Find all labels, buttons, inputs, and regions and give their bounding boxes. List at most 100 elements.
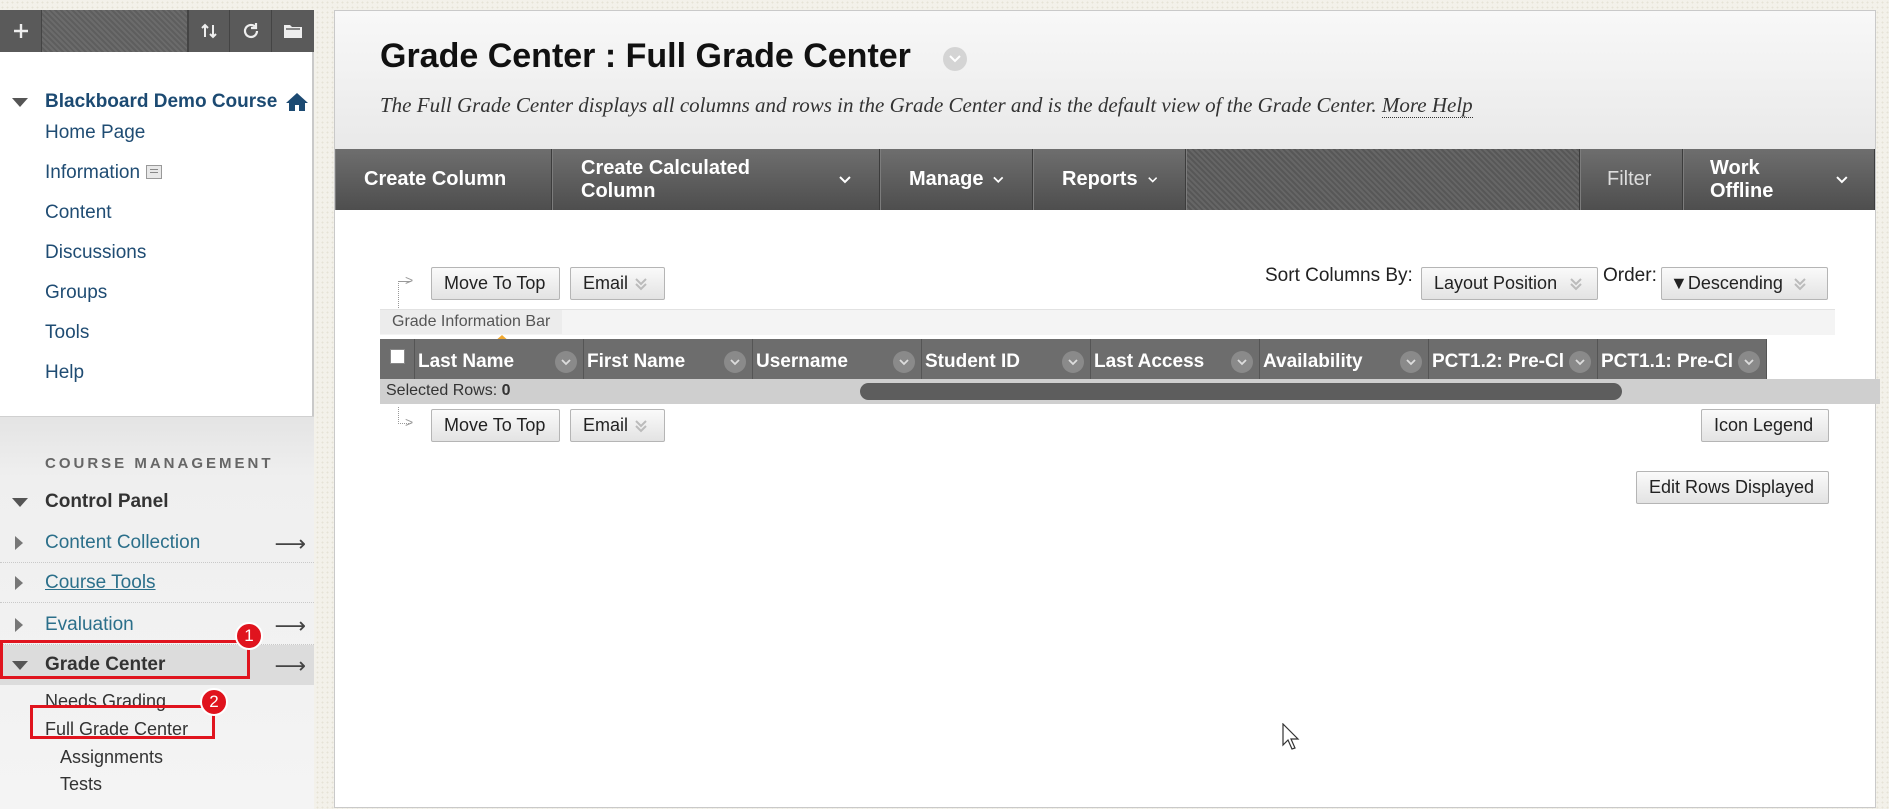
column-menu-button[interactable] (1569, 351, 1591, 373)
filter-button[interactable]: Filter (1580, 149, 1683, 210)
title-options-button[interactable] (943, 47, 967, 71)
menu-link-information-label[interactable]: Information (45, 162, 140, 183)
order-value[interactable]: ▼Descending (1670, 273, 1783, 294)
work-offline-label[interactable]: Work Offline (1710, 157, 1826, 203)
column-header-label[interactable]: PCT1.2: Pre-Cl (1432, 351, 1565, 373)
column-menu-button[interactable] (1400, 351, 1422, 373)
create-column-label[interactable]: Create Column (364, 168, 506, 191)
arrow-right-icon[interactable]: ⟶ (274, 531, 306, 557)
order-select[interactable]: ▼Descending (1661, 267, 1828, 300)
column-menu-button[interactable] (724, 351, 746, 373)
refresh-button[interactable] (230, 10, 272, 52)
course-tools-row[interactable]: Course Tools (0, 563, 314, 603)
tests-link[interactable]: Tests (60, 774, 102, 795)
evaluation-row[interactable]: Evaluation ⟶ (0, 605, 314, 645)
create-calculated-column-label[interactable]: Create Calculated Column (581, 157, 829, 203)
assignments-link[interactable]: Assignments (60, 747, 163, 768)
move-to-top-label[interactable]: Move To Top (444, 415, 545, 436)
arrow-right-icon[interactable]: ⟶ (274, 613, 306, 639)
edit-rows-displayed-button[interactable]: Edit Rows Displayed (1636, 471, 1829, 504)
arrow-right-icon[interactable]: ⟶ (274, 653, 306, 679)
create-calculated-column-button[interactable]: Create Calculated Column (552, 149, 880, 210)
select-all-checkbox-cell[interactable] (380, 339, 415, 379)
move-to-top-label[interactable]: Move To Top (444, 273, 545, 294)
column-header-label[interactable]: First Name (587, 351, 723, 373)
sort-columns-by-value[interactable]: Layout Position (1434, 273, 1557, 294)
page-title: Grade Center : Full Grade Center (380, 37, 911, 75)
grade-information-bar-label[interactable]: Grade Information Bar (380, 310, 563, 334)
column-header-label[interactable]: Username (756, 351, 892, 373)
column-header-label[interactable]: Last Name (418, 351, 554, 373)
course-management-section: COURSE MANAGEMENT Control Panel Content … (0, 416, 314, 809)
menu-link-help[interactable]: Help (45, 362, 84, 384)
plus-icon (13, 24, 28, 38)
more-help-link[interactable]: More Help (1381, 93, 1473, 118)
column-header-last-name[interactable]: Last Name (415, 339, 584, 379)
evaluation-label[interactable]: Evaluation (45, 614, 134, 636)
column-header-student-id[interactable]: Student ID (922, 339, 1091, 379)
expand-triangle-icon[interactable] (15, 535, 23, 550)
manage-button[interactable]: Manage (880, 149, 1033, 210)
reports-label[interactable]: Reports (1062, 168, 1138, 191)
move-to-top-button-bottom[interactable]: Move To Top (431, 409, 560, 442)
expand-triangle-icon[interactable] (15, 575, 23, 590)
edit-rows-displayed-label[interactable]: Edit Rows Displayed (1649, 477, 1814, 498)
menu-link-discussions[interactable]: Discussions (45, 242, 146, 264)
collapse-triangle-icon[interactable] (12, 97, 28, 107)
column-menu-button[interactable] (1062, 351, 1084, 373)
column-header-label[interactable]: Student ID (925, 351, 1061, 373)
home-icon[interactable] (285, 91, 309, 113)
page-description-text: The Full Grade Center displays all colum… (380, 93, 1377, 117)
select-all-checkbox[interactable] (389, 348, 405, 364)
create-column-button[interactable]: Create Column (335, 149, 552, 210)
email-button-top[interactable]: Email (570, 267, 665, 300)
add-menu-item-button[interactable] (0, 10, 42, 52)
control-panel-row[interactable]: Control Panel (0, 483, 314, 521)
icon-legend-button[interactable]: Icon Legend (1701, 409, 1829, 442)
column-header-label[interactable]: Last Access (1094, 351, 1230, 373)
double-chevron-down-icon (635, 277, 647, 290)
filter-label[interactable]: Filter (1607, 168, 1651, 191)
selected-rows-text: Selected Rows: (386, 382, 498, 399)
menu-link-tools[interactable]: Tools (45, 322, 89, 344)
email-label[interactable]: Email (583, 415, 628, 436)
reports-button[interactable]: Reports (1033, 149, 1186, 210)
collapse-triangle-icon[interactable] (12, 497, 28, 507)
column-header-username[interactable]: Username (753, 339, 922, 379)
control-panel-label[interactable]: Control Panel (45, 491, 169, 513)
action-bar: Create Column Create Calculated Column M… (335, 149, 1875, 210)
content-collection-row[interactable]: Content Collection ⟶ (0, 523, 314, 563)
column-header-availability[interactable]: Availability (1260, 339, 1429, 379)
column-header-pct1-2[interactable]: PCT1.2: Pre-Cl (1429, 339, 1598, 379)
column-menu-button[interactable] (1231, 351, 1253, 373)
manage-label[interactable]: Manage (909, 168, 983, 191)
email-label[interactable]: Email (583, 273, 628, 294)
column-header-label[interactable]: Availability (1263, 351, 1399, 373)
work-offline-button[interactable]: Work Offline (1683, 149, 1875, 210)
main-content: Grade Center : Full Grade Center The Ful… (334, 10, 1880, 808)
folder-view-button[interactable] (272, 10, 314, 52)
menu-link-information[interactable]: Information (45, 162, 163, 184)
column-header-last-access[interactable]: Last Access (1091, 339, 1260, 379)
column-menu-button[interactable] (893, 351, 915, 373)
reorder-button[interactable] (188, 10, 230, 52)
column-menu-button[interactable] (1738, 351, 1760, 373)
column-header-pct1-1[interactable]: PCT1.1: Pre-Cl (1598, 339, 1767, 379)
column-header-first-name[interactable]: First Name (584, 339, 753, 379)
sort-columns-by-select[interactable]: Layout Position (1421, 267, 1598, 300)
course-title-row[interactable]: Blackboard Demo Course (0, 82, 314, 122)
menu-link-content[interactable]: Content (45, 202, 112, 224)
menu-link-groups[interactable]: Groups (45, 282, 107, 304)
icon-legend-label[interactable]: Icon Legend (1714, 415, 1813, 436)
email-button-bottom[interactable]: Email (570, 409, 665, 442)
course-title[interactable]: Blackboard Demo Course (45, 91, 277, 113)
column-header-label[interactable]: PCT1.1: Pre-Cl (1601, 351, 1734, 373)
highlight-box-grade-center (0, 640, 250, 679)
menu-link-home-page[interactable]: Home Page (45, 122, 145, 144)
horizontal-scrollbar[interactable] (860, 383, 1622, 400)
expand-triangle-icon[interactable] (15, 617, 23, 632)
course-tools-label[interactable]: Course Tools (45, 572, 156, 594)
column-menu-button[interactable] (555, 351, 577, 373)
move-to-top-button-top[interactable]: Move To Top (431, 267, 560, 300)
content-collection-label[interactable]: Content Collection (45, 532, 200, 554)
